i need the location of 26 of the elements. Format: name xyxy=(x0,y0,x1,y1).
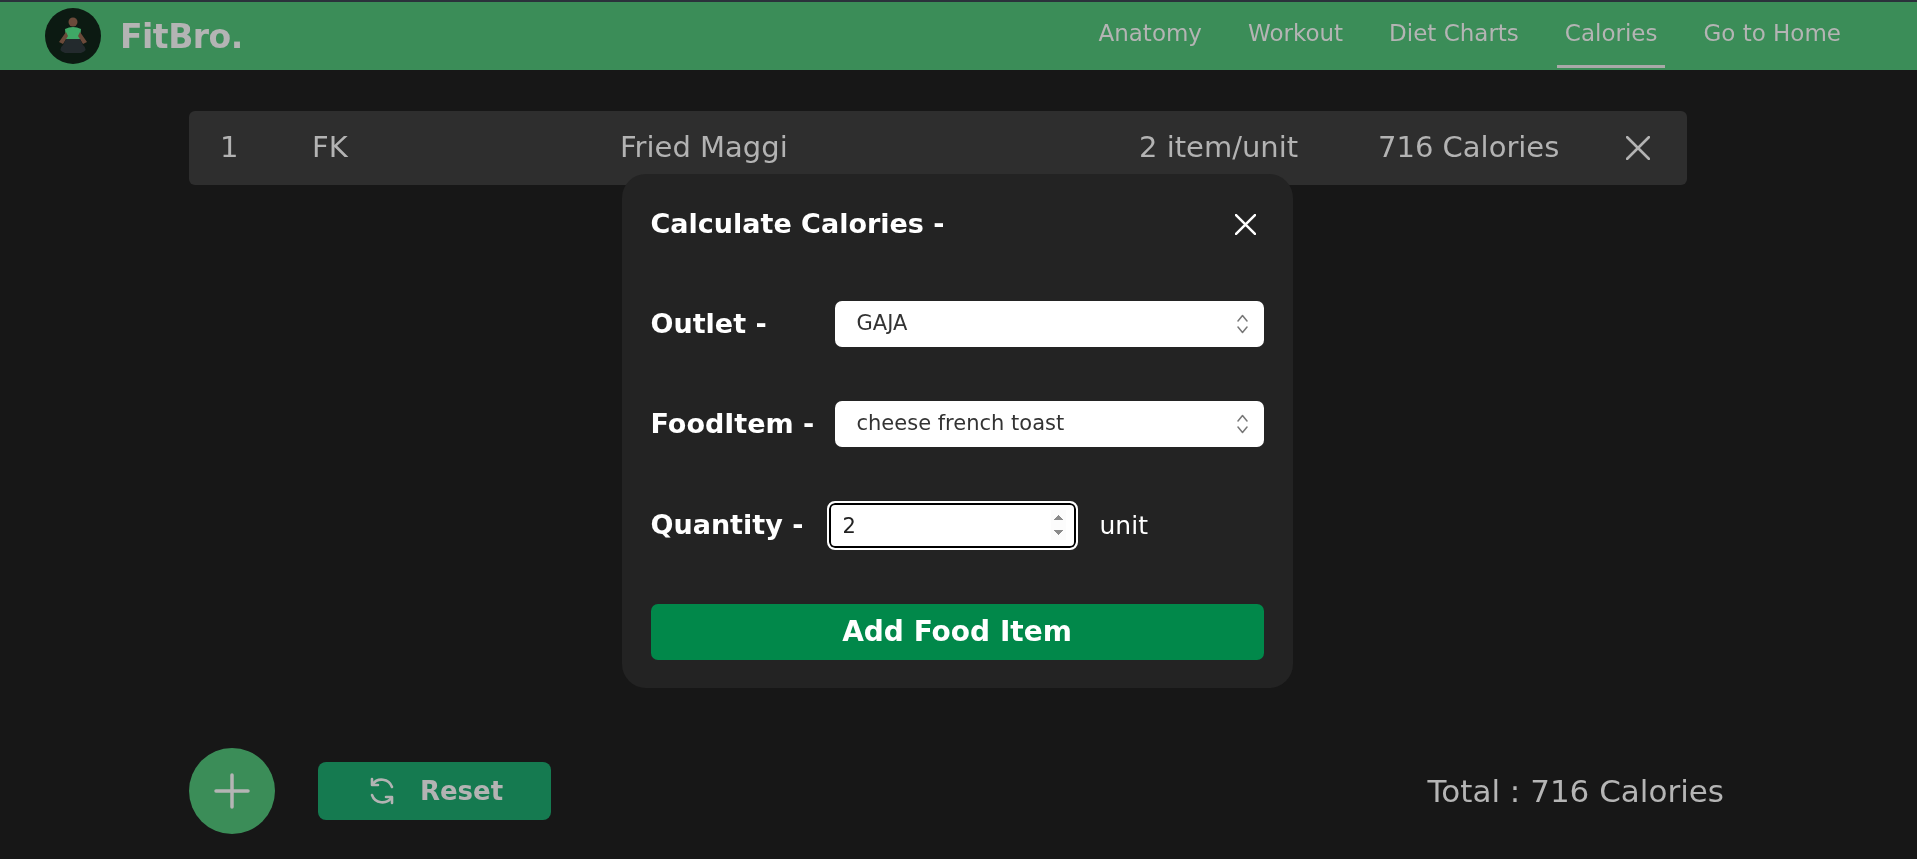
unit-label: unit xyxy=(1099,509,1148,542)
add-food-item-button[interactable]: Add Food Item xyxy=(650,604,1264,660)
table-cell-text: 716 Calories xyxy=(1378,129,1560,167)
dropdown-select[interactable]: GAJA xyxy=(834,301,1264,347)
field-label: Outlet - xyxy=(650,306,768,341)
field-label: Quantity - xyxy=(650,508,805,543)
dropdown-select[interactable]: cheese french toast xyxy=(834,401,1264,447)
reset-button[interactable]: Reset xyxy=(318,762,551,820)
chevron-up-down-icon[interactable] xyxy=(1236,414,1248,434)
nav-link[interactable]: Anatomy xyxy=(1090,2,1210,68)
nav-link[interactable]: Go to Home xyxy=(1695,2,1849,68)
nav-link[interactable]: Workout xyxy=(1240,2,1352,68)
meditating-figure-logo-icon[interactable] xyxy=(45,8,101,64)
close-icon[interactable] xyxy=(1626,136,1650,160)
table-cell-text: Fried Maggi xyxy=(620,129,788,167)
table-cell-text: 2 item/unit xyxy=(1139,129,1299,167)
chevron-up-down-icon[interactable] xyxy=(1236,314,1248,334)
table-cell-text: 1 xyxy=(220,129,239,167)
brand-name[interactable]: FitBro. xyxy=(120,19,243,53)
quantity-input[interactable]: 2 xyxy=(826,501,1078,550)
total-calories: Total : 716 Calories xyxy=(1427,771,1724,811)
nav-link[interactable]: Calories xyxy=(1556,2,1666,68)
nav-link[interactable]: Diet Charts xyxy=(1381,2,1527,68)
dialog-title: Calculate Calories - xyxy=(650,207,945,242)
table-cell-text: FK xyxy=(312,129,348,167)
field-label: FoodItem - xyxy=(650,406,816,441)
